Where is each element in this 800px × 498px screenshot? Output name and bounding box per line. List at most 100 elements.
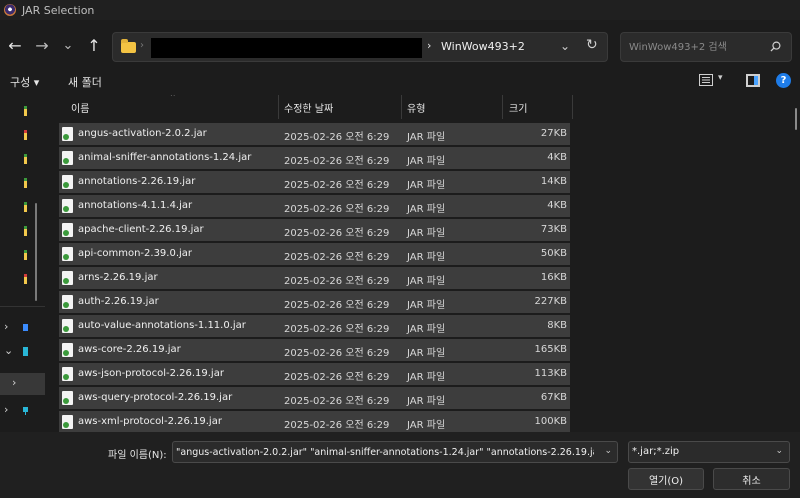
file-row[interactable]: arns-2.26.19.jar 2025-02-26 오전 6:29 JAR 파일… [59,267,570,289]
quick-access-icon[interactable] [22,226,29,237]
filename-input[interactable] [176,445,594,460]
file-row[interactable]: aws-xml-protocol-2.26.19.jar 2025-02-26 오… [59,411,570,432]
file-date: 2025-02-26 오전 6:29 [284,156,390,167]
back-arrow-icon[interactable]: ← [4,34,26,56]
file-name: annotations-2.26.19.jar [78,176,196,187]
app-icon [4,4,16,16]
view-options-icon[interactable] [699,74,713,86]
file-name: annotations-4.1.1.4.jar [78,200,193,211]
navigation-pane: › ⌄ › › [0,95,45,432]
chevron-right-icon[interactable]: › [12,376,16,389]
help-icon[interactable]: ? [776,73,791,88]
chevron-down-icon[interactable]: ⌄ [775,446,783,456]
file-row[interactable]: api-common-2.39.0.jar 2025-02-26 오전 6:29 J… [59,243,570,265]
column-divider[interactable] [572,95,573,119]
nav-tree-item[interactable]: › [0,317,45,339]
quick-access-icon[interactable] [22,106,29,117]
file-type-filter[interactable]: *.jar;*.zip ⌄ [628,441,790,463]
chevron-right-icon[interactable]: › [4,320,8,333]
file-size: 113KB [534,368,567,379]
cloud-drive-icon [23,324,28,331]
file-size: 165KB [534,344,567,355]
file-row[interactable]: aws-json-protocol-2.26.19.jar 2025-02-26 … [59,363,570,385]
open-button[interactable]: 열기(O) [628,468,704,490]
file-type: JAR 파일 [407,252,446,263]
jar-file-icon [62,151,73,165]
file-row[interactable]: auth-2.26.19.jar 2025-02-26 오전 6:29 JAR 파일… [59,291,570,313]
quick-access-icon[interactable] [22,178,29,189]
file-row[interactable]: auto-value-annotations-1.11.0.jar 2025-02… [59,315,570,337]
quick-access-icon[interactable] [22,202,29,213]
quick-access-icon[interactable] [22,274,29,285]
address-bar[interactable]: › › WinWow493+2 ⌄ ↻ [112,32,608,62]
file-type: JAR 파일 [407,276,446,287]
up-arrow-icon[interactable]: ↑ [83,34,105,56]
file-size: 8KB [547,320,567,331]
view-dropdown-icon[interactable]: ▾ [718,73,723,83]
chevron-down-icon[interactable]: ⌄ [604,446,612,456]
quick-access-icon[interactable] [22,130,29,141]
preview-pane-icon[interactable] [746,74,760,87]
search-icon[interactable] [770,41,781,52]
new-folder-button[interactable]: 새 폴더 [68,74,102,90]
breadcrumb-current-folder[interactable]: WinWow493+2 [441,40,525,53]
file-date: 2025-02-26 오전 6:29 [284,348,390,359]
chevron-right-icon[interactable]: › [4,403,8,416]
file-name: aws-query-protocol-2.26.19.jar [78,392,233,403]
folder-icon [121,39,136,53]
divider [0,306,45,307]
recent-locations-chevron-icon[interactable]: ⌄ [57,34,79,56]
file-date: 2025-02-26 오전 6:29 [284,228,390,239]
file-list-scrollbar[interactable] [795,108,797,130]
file-date: 2025-02-26 오전 6:29 [284,276,390,287]
column-header-type[interactable]: 유형 [407,100,425,115]
search-box[interactable] [620,32,792,62]
chevron-down-icon[interactable]: ⌄ [4,344,13,357]
nav-tree-item[interactable]: › [0,400,45,422]
quick-access-icon[interactable] [22,154,29,165]
file-row[interactable]: angus-activation-2.0.2.jar 2025-02-26 오전 … [59,123,570,145]
file-type: JAR 파일 [407,180,446,191]
column-divider[interactable] [401,95,402,119]
file-row[interactable]: annotations-2.26.19.jar 2025-02-26 오전 6:2… [59,171,570,193]
cancel-button[interactable]: 취소 [713,468,790,490]
column-header-name[interactable]: 이름 [71,100,89,115]
file-type: JAR 파일 [407,324,446,335]
filename-label: 파일 이름(N): [108,450,167,461]
file-date: 2025-02-26 오전 6:29 [284,252,390,263]
dialog-footer: 파일 이름(N): ⌄ *.jar;*.zip ⌄ 열기(O) 취소 [0,432,800,498]
organize-button[interactable]: 구성 ▾ [10,74,39,90]
file-type: JAR 파일 [407,348,446,359]
quick-access-icon[interactable] [22,250,29,261]
window-title: JAR Selection [22,3,95,17]
file-row[interactable]: annotations-4.1.1.4.jar 2025-02-26 오전 6:2… [59,195,570,217]
column-header-size[interactable]: 크기 [509,100,527,115]
filename-field[interactable]: ⌄ [172,441,618,463]
jar-file-icon [62,271,73,285]
file-row[interactable]: animal-sniffer-annotations-1.24.jar 2025-… [59,147,570,169]
file-size: 27KB [540,128,567,139]
jar-file-icon [62,367,73,381]
file-name: arns-2.26.19.jar [78,272,158,283]
nav-tree-item[interactable]: ⌄ [0,341,45,363]
file-row[interactable]: aws-query-protocol-2.26.19.jar 2025-02-26… [59,387,570,409]
nav-tree-item[interactable]: › [0,373,45,395]
file-type: JAR 파일 [407,132,446,143]
title-bar: JAR Selection [0,0,800,20]
file-date: 2025-02-26 오전 6:29 [284,420,390,431]
chevron-down-icon[interactable]: ⌄ [560,39,570,53]
navigation-scrollbar[interactable] [35,203,37,301]
forward-arrow-icon[interactable]: → [31,34,53,56]
file-row[interactable]: aws-core-2.26.19.jar 2025-02-26 오전 6:29 JA… [59,339,570,361]
column-header-date[interactable]: 수정한 날짜 [284,100,333,115]
breadcrumb-separator-icon: › [140,40,144,51]
search-input[interactable] [629,39,759,55]
refresh-icon[interactable]: ↻ [586,37,598,53]
file-type: JAR 파일 [407,228,446,239]
file-row[interactable]: apache-client-2.26.19.jar 2025-02-26 오전 6… [59,219,570,241]
file-name: auto-value-annotations-1.11.0.jar [78,320,246,331]
jar-file-icon [62,415,73,429]
column-divider[interactable] [502,95,503,119]
file-size: 16KB [540,272,567,283]
column-divider[interactable] [278,95,279,119]
